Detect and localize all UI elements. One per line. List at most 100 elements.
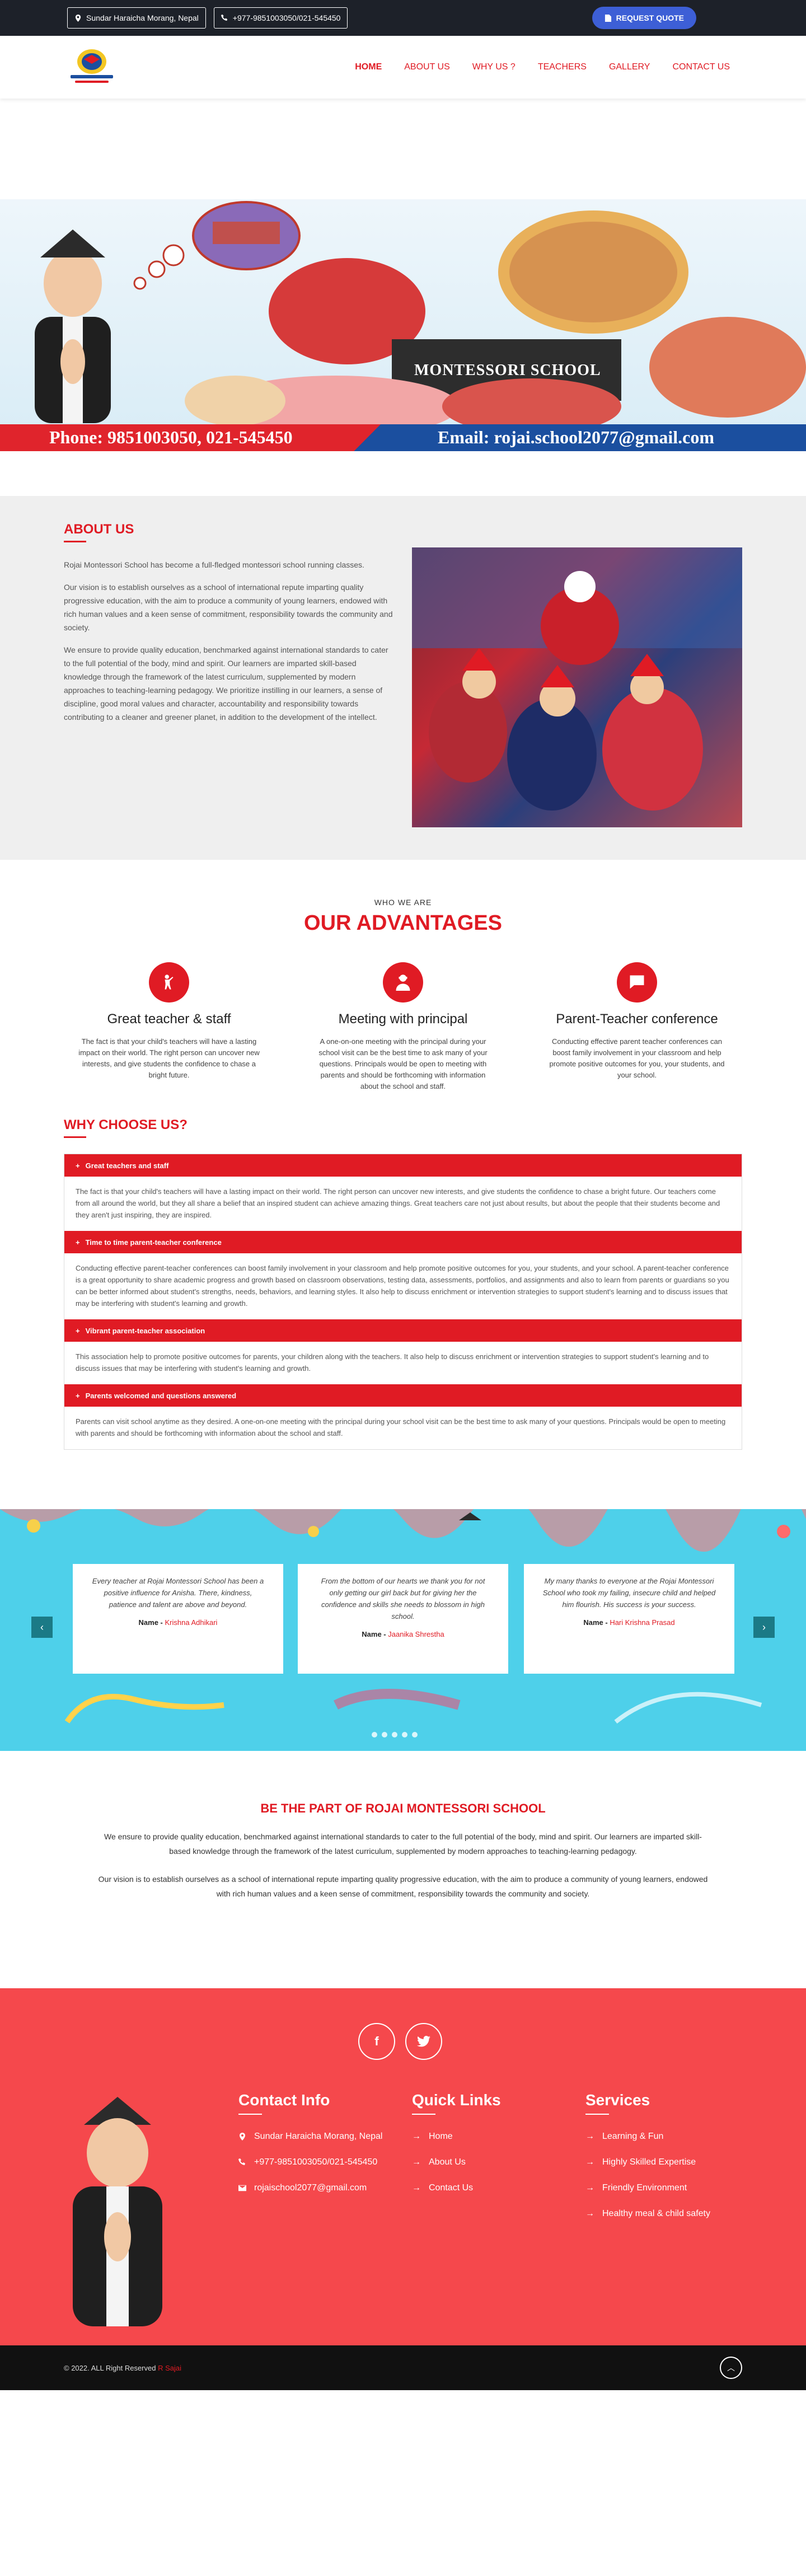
plus-icon: + (76, 1326, 80, 1335)
title-underline (412, 2114, 435, 2115)
arrow-right-icon: → (412, 2157, 421, 2167)
address-text: Sundar Haraicha Morang, Nepal (86, 13, 199, 22)
footer-link-contact[interactable]: → Contact Us (412, 2175, 501, 2201)
why-choose-section: WHY CHOOSE US? + Great teachers and staff… (0, 1117, 806, 1509)
title-underline (64, 541, 86, 542)
about-paragraph: Our vision is to establish ourselves as … (64, 583, 393, 632)
be-the-part-paragraph: We ensure to provide quality education, … (104, 1832, 702, 1856)
address-pill: Sundar Haraicha Morang, Nepal (67, 7, 206, 29)
hero-section: MONTESSORI SCHOOL Phone: 9851003050, 021… (0, 99, 806, 496)
accordion-header[interactable]: + Time to time parent-teacher conference (64, 1231, 742, 1253)
phone-pill[interactable]: +977-9851003050/021-545450 (213, 7, 348, 29)
carousel-dots (372, 1732, 418, 1737)
accordion-title: Time to time parent-teacher conference (85, 1238, 222, 1247)
accordion-header[interactable]: + Vibrant parent-teacher association (64, 1319, 742, 1342)
nav-menu: HOME ABOUT US WHY US ? TEACHERS GALLERY … (355, 62, 730, 72)
request-quote-button[interactable]: REQUEST QUOTE (592, 7, 696, 29)
about-paragraph: Rojai Montessori School has become a ful… (64, 560, 364, 569)
nav-item-about-us[interactable]: ABOUT US (404, 62, 450, 72)
footer-link-about[interactable]: → About Us (412, 2149, 501, 2175)
logo-emblem-icon (71, 49, 113, 83)
footer-phone[interactable]: +977-9851003050/021-545450 (238, 2149, 382, 2175)
quick-links-column: Quick Links → Home → About Us → Contact Us (412, 2091, 501, 2201)
nav-item-why-us[interactable]: WHY US ? (472, 62, 516, 72)
about-paragraph: We ensure to provide quality education, … (64, 645, 388, 722)
name-label: Name - (583, 1618, 610, 1627)
brand-link[interactable]: R Sajai (158, 2364, 181, 2372)
phone-text: +977-9851003050/021-545450 (232, 13, 341, 22)
plus-icon: + (76, 1238, 80, 1247)
copyright-text: © 2022. ALL Right Reserved (64, 2363, 156, 2372)
hero-banner-image: MONTESSORI SCHOOL Phone: 9851003050, 021… (0, 199, 806, 451)
service-item: → Friendly Environment (585, 2175, 710, 2201)
service-item: → Learning & Fun (585, 2124, 710, 2149)
carousel-prev-button[interactable]: ‹ (31, 1617, 53, 1638)
location-pin-icon (240, 2133, 245, 2141)
advantage-card: Meeting with principal A one-on-one meet… (297, 962, 509, 1092)
chat-icon (617, 962, 657, 1003)
accordion-body: Conducting effective parent-teacher conf… (76, 1264, 729, 1308)
arrow-right-icon: → (585, 2132, 594, 2141)
phone-icon (221, 14, 227, 21)
plus-icon: + (76, 1391, 80, 1400)
service-label: Highly Skilled Expertise (602, 2157, 696, 2167)
testimonial-quote: My many thanks to everyone at the Rojai … (542, 1577, 716, 1609)
twitter-icon[interactable] (405, 2023, 442, 2060)
carousel-dot[interactable] (402, 1732, 407, 1737)
advantages-title: OUR ADVANTAGES (304, 911, 502, 935)
footer-link-label: About Us (429, 2157, 466, 2167)
location-pin-icon (75, 14, 81, 22)
school-logo[interactable] (67, 45, 116, 90)
advantages-pretitle: WHO WE ARE (374, 898, 432, 907)
nav-item-home[interactable]: HOME (355, 62, 382, 72)
accordion-header[interactable]: + Parents welcomed and questions answered (64, 1384, 742, 1407)
footer-link-label: Home (429, 2132, 453, 2141)
scroll-to-top-button[interactable]: ︿ (720, 2357, 742, 2379)
document-icon (604, 14, 611, 22)
footer-link-label: Contact Us (429, 2183, 474, 2193)
services-column: Services → Learning & Fun → Highly Skilled… (585, 2091, 710, 2227)
arrow-right-icon: → (585, 2209, 594, 2218)
facebook-icon[interactable]: f (358, 2023, 395, 2060)
carousel-dot[interactable] (392, 1732, 397, 1737)
footer: f Contact Info Sundar Haraicha Morang, N… (0, 1988, 806, 2345)
advantage-card-text: Conducting effective parent teacher conf… (549, 1037, 725, 1079)
carousel-next-button[interactable]: › (753, 1617, 775, 1638)
advantages-section: WHO WE ARE OUR ADVANTAGES Great teacher … (0, 860, 806, 1117)
footer-address: Sundar Haraicha Morang, Nepal (238, 2124, 382, 2149)
nav-item-contact-us[interactable]: CONTACT US (672, 62, 730, 72)
accordion-header[interactable]: + Great teachers and staff (64, 1154, 742, 1177)
advantage-card: Great teacher & staff The fact is that y… (63, 962, 275, 1092)
social-links: f (358, 2023, 442, 2060)
about-title: ABOUT US (64, 522, 134, 537)
service-item: → Highly Skilled Expertise (585, 2149, 710, 2175)
accordion: + Great teachers and staff The fact is th… (64, 1154, 742, 1450)
copyright-bar: © 2022. ALL Right Reserved R Sajai ︿ (0, 2345, 806, 2390)
advantage-card-text: The fact is that your child's teachers w… (78, 1037, 260, 1079)
advantage-card-title: Parent-Teacher conference (556, 1011, 718, 1027)
nav-item-teachers[interactable]: TEACHERS (538, 62, 587, 72)
plus-icon: + (76, 1161, 80, 1170)
footer-link-home[interactable]: → Home (412, 2124, 501, 2149)
testimonial-author: Name - Jaanika Shrestha (315, 1630, 491, 1638)
testimonial-card: Every teacher at Rojai Montessori School… (73, 1564, 283, 1674)
contact-pills: Sundar Haraicha Morang, Nepal +977-98510… (67, 7, 348, 29)
contact-info-title: Contact Info (238, 2091, 330, 2109)
main-navigation: HOME ABOUT US WHY US ? TEACHERS GALLERY … (0, 36, 806, 99)
carousel-dot[interactable] (372, 1732, 377, 1737)
name-label: Name - (138, 1618, 165, 1627)
carousel-dot[interactable] (412, 1732, 418, 1737)
testimonial-card: From the bottom of our hearts we thank y… (298, 1564, 508, 1674)
teacher-icon (149, 962, 189, 1003)
service-label: Friendly Environment (602, 2183, 687, 2193)
testimonial-card: My many thanks to everyone at the Rojai … (524, 1564, 734, 1674)
testimonial-name: Jaanika Shrestha (388, 1630, 444, 1638)
footer-email[interactable]: rojaischool2077@gmail.com (238, 2175, 382, 2201)
chevron-up-icon: ︿ (727, 2363, 735, 2372)
about-photo-santa-children (412, 547, 742, 827)
advantage-card-title: Great teacher & staff (107, 1011, 231, 1027)
accordion-title: Vibrant parent-teacher association (85, 1326, 205, 1335)
carousel-dot[interactable] (382, 1732, 387, 1737)
advantage-card: Parent-Teacher conference Conducting eff… (531, 962, 743, 1092)
nav-item-gallery[interactable]: GALLERY (609, 62, 650, 72)
